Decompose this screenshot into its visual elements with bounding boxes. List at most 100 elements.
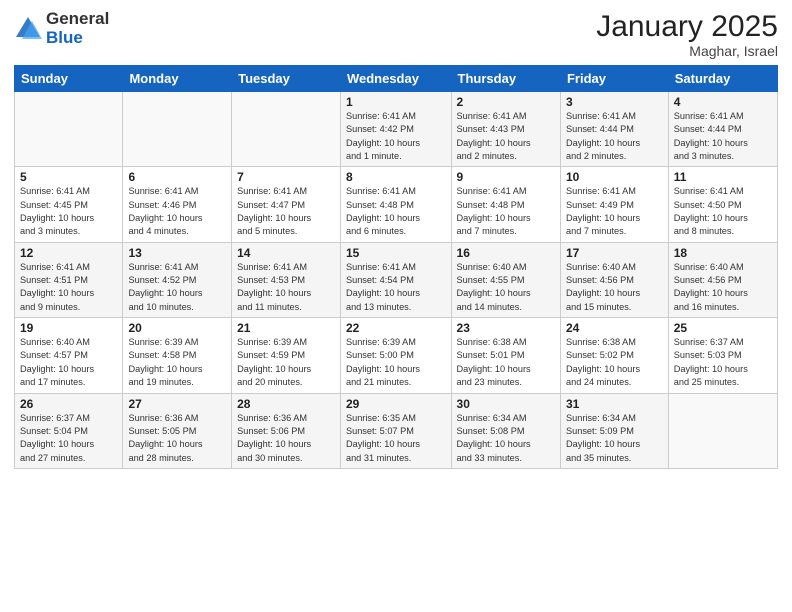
day-number: 4 — [674, 95, 772, 109]
calendar-cell: 13Sunrise: 6:41 AMSunset: 4:52 PMDayligh… — [123, 242, 232, 317]
day-number: 14 — [237, 246, 335, 260]
day-number: 9 — [457, 170, 555, 184]
calendar-cell: 6Sunrise: 6:41 AMSunset: 4:46 PMDaylight… — [123, 167, 232, 242]
header: General Blue January 2025 Maghar, Israel — [14, 10, 778, 59]
day-info: Sunrise: 6:37 AMSunset: 5:04 PMDaylight:… — [20, 412, 117, 465]
header-tuesday: Tuesday — [232, 66, 341, 92]
calendar-cell: 16Sunrise: 6:40 AMSunset: 4:55 PMDayligh… — [451, 242, 560, 317]
calendar-cell: 19Sunrise: 6:40 AMSunset: 4:57 PMDayligh… — [15, 318, 123, 393]
calendar: Sunday Monday Tuesday Wednesday Thursday… — [14, 65, 778, 469]
day-info: Sunrise: 6:41 AMSunset: 4:43 PMDaylight:… — [457, 110, 555, 163]
day-info: Sunrise: 6:40 AMSunset: 4:57 PMDaylight:… — [20, 336, 117, 389]
day-number: 3 — [566, 95, 663, 109]
day-info: Sunrise: 6:34 AMSunset: 5:08 PMDaylight:… — [457, 412, 555, 465]
calendar-cell: 29Sunrise: 6:35 AMSunset: 5:07 PMDayligh… — [340, 393, 451, 468]
day-info: Sunrise: 6:40 AMSunset: 4:56 PMDaylight:… — [674, 261, 772, 314]
calendar-cell: 28Sunrise: 6:36 AMSunset: 5:06 PMDayligh… — [232, 393, 341, 468]
calendar-cell: 25Sunrise: 6:37 AMSunset: 5:03 PMDayligh… — [668, 318, 777, 393]
day-number: 31 — [566, 397, 663, 411]
day-info: Sunrise: 6:41 AMSunset: 4:48 PMDaylight:… — [457, 185, 555, 238]
day-number: 17 — [566, 246, 663, 260]
day-info: Sunrise: 6:41 AMSunset: 4:44 PMDaylight:… — [674, 110, 772, 163]
day-number: 26 — [20, 397, 117, 411]
day-info: Sunrise: 6:41 AMSunset: 4:54 PMDaylight:… — [346, 261, 446, 314]
calendar-cell: 1Sunrise: 6:41 AMSunset: 4:42 PMDaylight… — [340, 92, 451, 167]
day-number: 16 — [457, 246, 555, 260]
day-number: 10 — [566, 170, 663, 184]
calendar-cell: 10Sunrise: 6:41 AMSunset: 4:49 PMDayligh… — [560, 167, 668, 242]
day-info: Sunrise: 6:41 AMSunset: 4:48 PMDaylight:… — [346, 185, 446, 238]
day-number: 25 — [674, 321, 772, 335]
calendar-cell: 26Sunrise: 6:37 AMSunset: 5:04 PMDayligh… — [15, 393, 123, 468]
calendar-header-row: Sunday Monday Tuesday Wednesday Thursday… — [15, 66, 778, 92]
subtitle: Maghar, Israel — [596, 43, 778, 59]
day-info: Sunrise: 6:41 AMSunset: 4:53 PMDaylight:… — [237, 261, 335, 314]
logo: General Blue — [14, 10, 109, 47]
day-number: 19 — [20, 321, 117, 335]
day-info: Sunrise: 6:39 AMSunset: 4:58 PMDaylight:… — [128, 336, 226, 389]
header-wednesday: Wednesday — [340, 66, 451, 92]
day-number: 11 — [674, 170, 772, 184]
calendar-week-2: 5Sunrise: 6:41 AMSunset: 4:45 PMDaylight… — [15, 167, 778, 242]
header-sunday: Sunday — [15, 66, 123, 92]
day-info: Sunrise: 6:41 AMSunset: 4:50 PMDaylight:… — [674, 185, 772, 238]
day-info: Sunrise: 6:35 AMSunset: 5:07 PMDaylight:… — [346, 412, 446, 465]
calendar-week-4: 19Sunrise: 6:40 AMSunset: 4:57 PMDayligh… — [15, 318, 778, 393]
calendar-cell: 31Sunrise: 6:34 AMSunset: 5:09 PMDayligh… — [560, 393, 668, 468]
calendar-cell: 8Sunrise: 6:41 AMSunset: 4:48 PMDaylight… — [340, 167, 451, 242]
day-info: Sunrise: 6:39 AMSunset: 4:59 PMDaylight:… — [237, 336, 335, 389]
day-info: Sunrise: 6:41 AMSunset: 4:42 PMDaylight:… — [346, 110, 446, 163]
logo-icon — [14, 15, 42, 43]
calendar-cell: 17Sunrise: 6:40 AMSunset: 4:56 PMDayligh… — [560, 242, 668, 317]
day-number: 30 — [457, 397, 555, 411]
logo-text: General Blue — [46, 10, 109, 47]
calendar-cell: 27Sunrise: 6:36 AMSunset: 5:05 PMDayligh… — [123, 393, 232, 468]
day-info: Sunrise: 6:34 AMSunset: 5:09 PMDaylight:… — [566, 412, 663, 465]
calendar-cell — [123, 92, 232, 167]
calendar-cell — [15, 92, 123, 167]
day-number: 12 — [20, 246, 117, 260]
calendar-cell — [668, 393, 777, 468]
day-number: 23 — [457, 321, 555, 335]
page: General Blue January 2025 Maghar, Israel… — [0, 0, 792, 612]
day-info: Sunrise: 6:41 AMSunset: 4:47 PMDaylight:… — [237, 185, 335, 238]
day-number: 29 — [346, 397, 446, 411]
header-saturday: Saturday — [668, 66, 777, 92]
day-number: 18 — [674, 246, 772, 260]
day-info: Sunrise: 6:38 AMSunset: 5:02 PMDaylight:… — [566, 336, 663, 389]
day-info: Sunrise: 6:41 AMSunset: 4:49 PMDaylight:… — [566, 185, 663, 238]
day-number: 27 — [128, 397, 226, 411]
day-info: Sunrise: 6:38 AMSunset: 5:01 PMDaylight:… — [457, 336, 555, 389]
day-number: 15 — [346, 246, 446, 260]
calendar-cell: 24Sunrise: 6:38 AMSunset: 5:02 PMDayligh… — [560, 318, 668, 393]
day-number: 5 — [20, 170, 117, 184]
day-number: 6 — [128, 170, 226, 184]
calendar-cell: 3Sunrise: 6:41 AMSunset: 4:44 PMDaylight… — [560, 92, 668, 167]
logo-blue: Blue — [46, 29, 109, 48]
day-number: 20 — [128, 321, 226, 335]
day-info: Sunrise: 6:41 AMSunset: 4:44 PMDaylight:… — [566, 110, 663, 163]
calendar-cell: 20Sunrise: 6:39 AMSunset: 4:58 PMDayligh… — [123, 318, 232, 393]
calendar-cell: 22Sunrise: 6:39 AMSunset: 5:00 PMDayligh… — [340, 318, 451, 393]
logo-general: General — [46, 10, 109, 29]
calendar-week-3: 12Sunrise: 6:41 AMSunset: 4:51 PMDayligh… — [15, 242, 778, 317]
calendar-cell: 12Sunrise: 6:41 AMSunset: 4:51 PMDayligh… — [15, 242, 123, 317]
day-info: Sunrise: 6:41 AMSunset: 4:52 PMDaylight:… — [128, 261, 226, 314]
calendar-cell — [232, 92, 341, 167]
calendar-cell: 4Sunrise: 6:41 AMSunset: 4:44 PMDaylight… — [668, 92, 777, 167]
day-info: Sunrise: 6:41 AMSunset: 4:51 PMDaylight:… — [20, 261, 117, 314]
calendar-cell: 18Sunrise: 6:40 AMSunset: 4:56 PMDayligh… — [668, 242, 777, 317]
calendar-cell: 21Sunrise: 6:39 AMSunset: 4:59 PMDayligh… — [232, 318, 341, 393]
day-number: 24 — [566, 321, 663, 335]
calendar-week-5: 26Sunrise: 6:37 AMSunset: 5:04 PMDayligh… — [15, 393, 778, 468]
day-info: Sunrise: 6:40 AMSunset: 4:55 PMDaylight:… — [457, 261, 555, 314]
calendar-week-1: 1Sunrise: 6:41 AMSunset: 4:42 PMDaylight… — [15, 92, 778, 167]
day-number: 1 — [346, 95, 446, 109]
day-number: 28 — [237, 397, 335, 411]
day-info: Sunrise: 6:37 AMSunset: 5:03 PMDaylight:… — [674, 336, 772, 389]
day-number: 13 — [128, 246, 226, 260]
calendar-cell: 7Sunrise: 6:41 AMSunset: 4:47 PMDaylight… — [232, 167, 341, 242]
day-info: Sunrise: 6:40 AMSunset: 4:56 PMDaylight:… — [566, 261, 663, 314]
main-title: January 2025 — [596, 10, 778, 43]
day-info: Sunrise: 6:36 AMSunset: 5:05 PMDaylight:… — [128, 412, 226, 465]
